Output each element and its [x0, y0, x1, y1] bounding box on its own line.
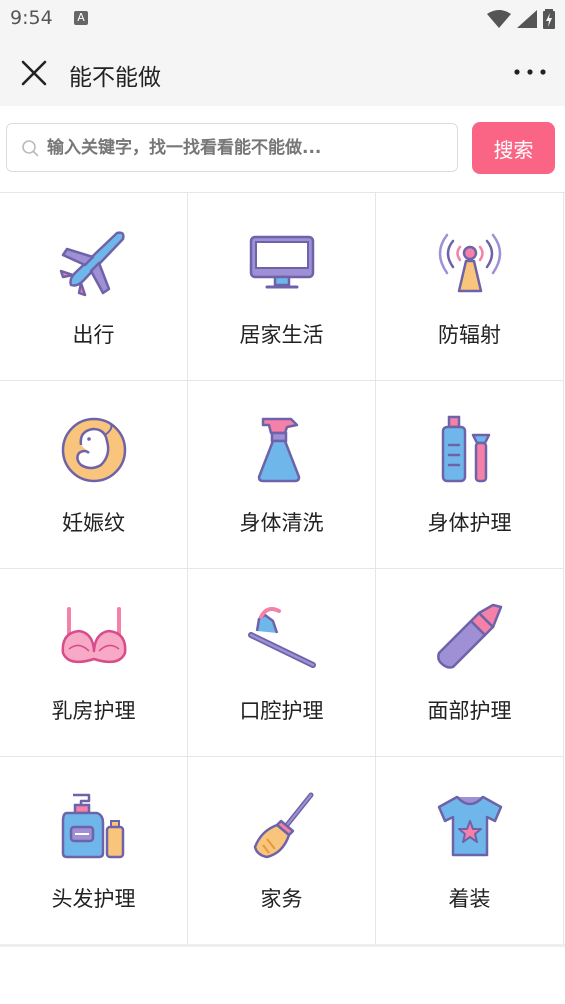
category-body-wash[interactable]: 身体清洗 — [188, 381, 376, 569]
category-label: 妊娠纹 — [62, 511, 125, 535]
bra-icon — [61, 607, 127, 664]
category-label: 头发护理 — [51, 887, 136, 911]
battery-icon — [543, 9, 555, 29]
airplane-icon — [59, 231, 125, 297]
wifi-icon — [487, 10, 511, 28]
category-radiation[interactable]: 防辐射 — [376, 193, 564, 381]
search-icon — [22, 140, 39, 157]
title-bar: 能不能做 — [0, 38, 565, 106]
toothbrush-icon — [248, 607, 316, 668]
category-label: 家务 — [260, 887, 303, 911]
divider — [0, 944, 565, 947]
category-label: 着装 — [448, 887, 491, 911]
lotion-bottles-icon — [441, 415, 491, 483]
category-housework[interactable]: 家务 — [188, 757, 376, 945]
search-box[interactable] — [6, 123, 458, 172]
status-icons — [487, 9, 555, 29]
category-body-care[interactable]: 身体护理 — [376, 381, 564, 569]
spray-bottle-icon — [257, 417, 301, 483]
category-label: 口腔护理 — [239, 699, 324, 723]
category-breast-care[interactable]: 乳房护理 — [0, 569, 188, 757]
category-label: 乳房护理 — [51, 699, 136, 723]
shampoo-icon — [61, 793, 125, 859]
broom-icon — [253, 792, 314, 859]
category-label: 身体清洗 — [239, 511, 324, 535]
search-button[interactable]: 搜索 — [472, 122, 555, 174]
category-home-life[interactable]: 居家生活 — [188, 193, 376, 381]
category-hair-care[interactable]: 头发护理 — [0, 757, 188, 945]
search-input[interactable] — [47, 124, 447, 171]
category-clothing[interactable]: 着装 — [376, 757, 564, 945]
category-travel[interactable]: 出行 — [0, 193, 188, 381]
category-label: 防辐射 — [438, 323, 501, 347]
monitor-icon — [249, 235, 315, 289]
status-time: 9:54 — [10, 7, 53, 29]
tshirt-icon — [437, 795, 503, 857]
notification-icon: A — [74, 11, 88, 25]
category-oral-care[interactable]: 口腔护理 — [188, 569, 376, 757]
signal-icon — [517, 10, 537, 28]
fetus-icon — [61, 417, 127, 483]
close-icon[interactable] — [18, 57, 50, 89]
category-label: 出行 — [72, 323, 115, 347]
category-label: 居家生活 — [239, 323, 324, 347]
radiation-antenna-icon — [438, 233, 502, 293]
lipstick-icon — [437, 603, 503, 669]
category-label: 面部护理 — [427, 699, 512, 723]
category-label: 身体护理 — [427, 511, 512, 535]
search-row: 搜索 — [0, 106, 565, 192]
status-bar: 9:54 A — [0, 0, 565, 38]
page-title: 能不能做 — [69, 65, 161, 91]
more-options-icon[interactable] — [513, 60, 547, 84]
category-face-care[interactable]: 面部护理 — [376, 569, 564, 757]
category-grid: 出行 居家生活 防辐射 妊娠纹 身体清洗 身体护理 乳房护理 口腔护理 面部护理… — [0, 192, 565, 947]
category-stretch-marks[interactable]: 妊娠纹 — [0, 381, 188, 569]
